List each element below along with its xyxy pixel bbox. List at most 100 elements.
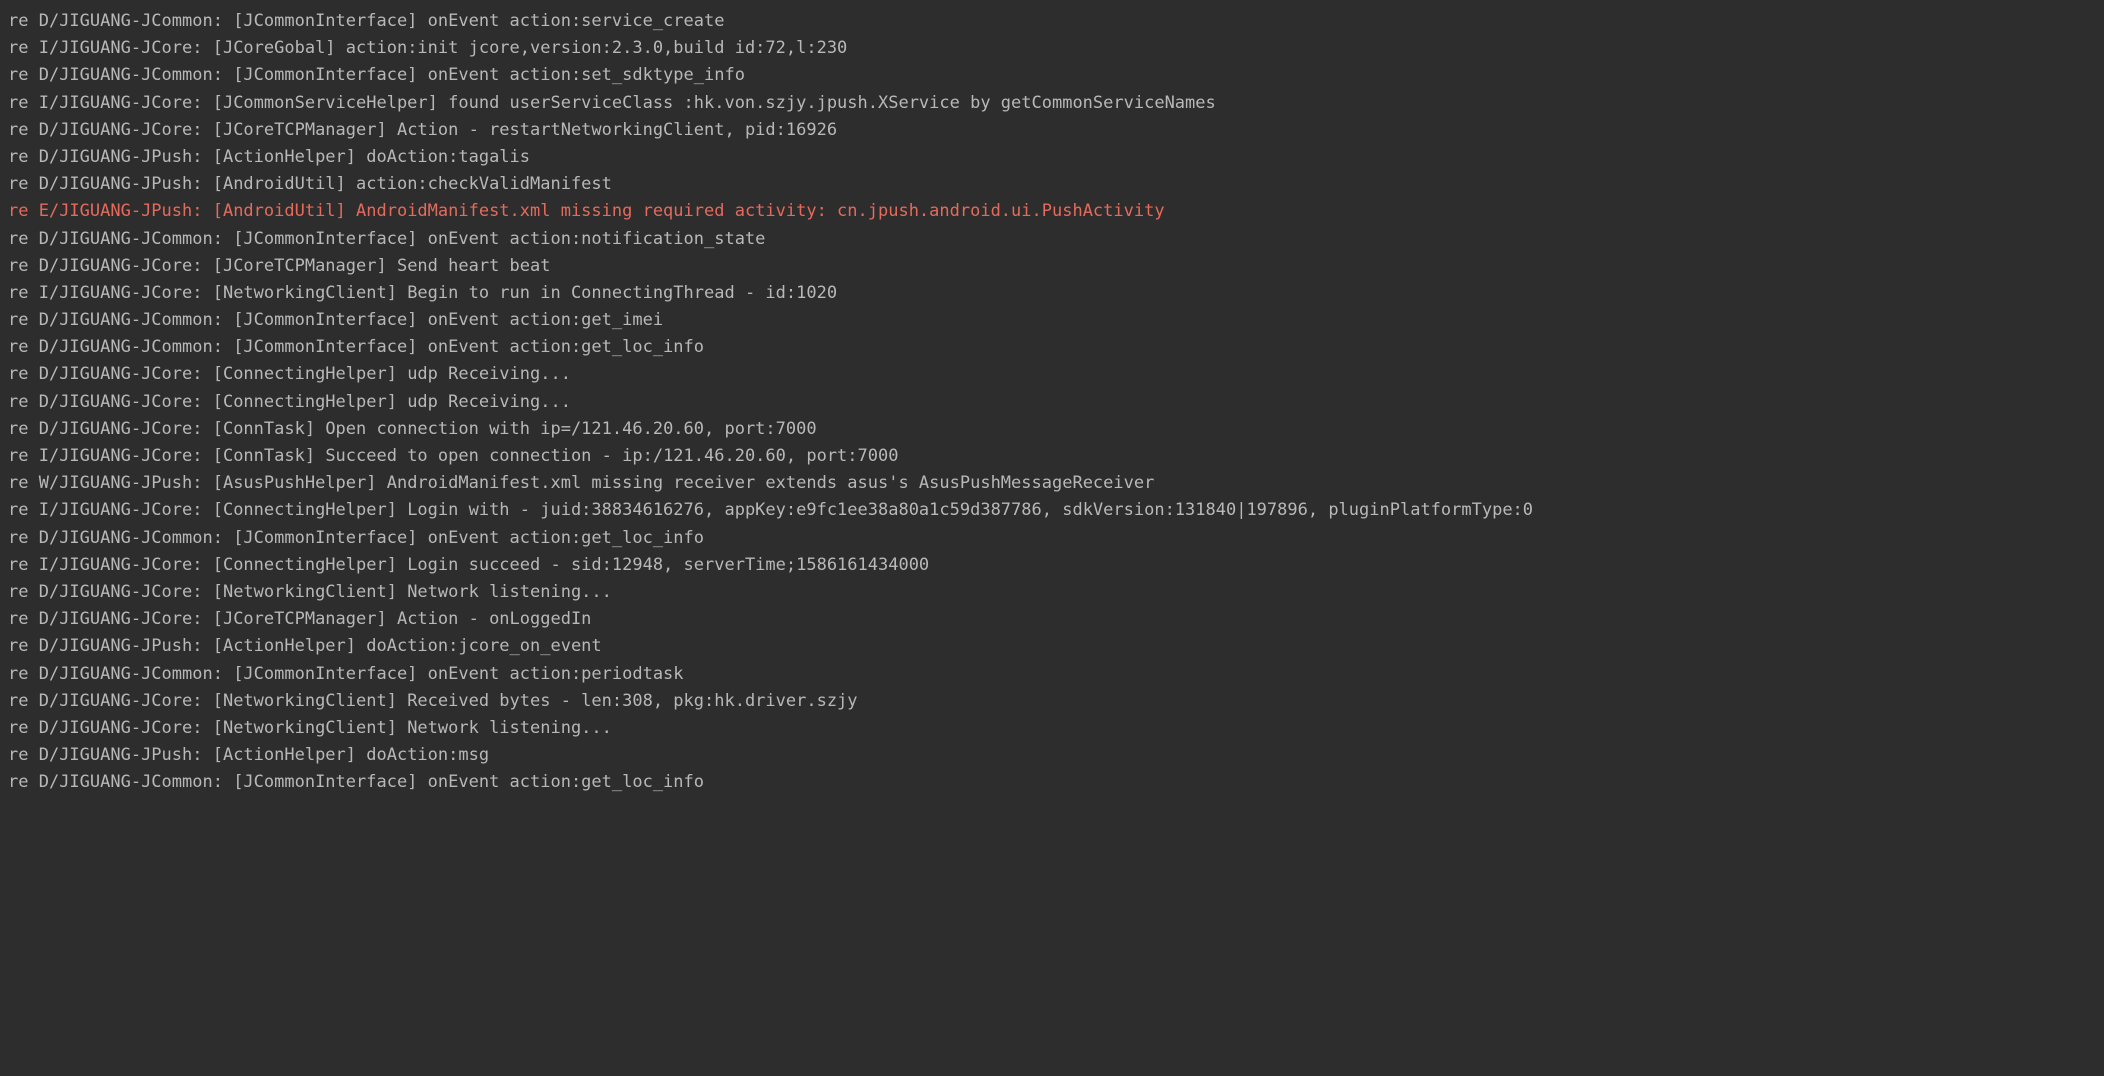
- log-line[interactable]: re W/JIGUANG-JPush: [AsusPushHelper] And…: [8, 470, 2104, 497]
- log-component: [ActionHelper]: [213, 745, 367, 765]
- log-message: Received bytes - len:308, pkg:hk.driver.…: [407, 691, 857, 711]
- log-message: action:init jcore,version:2.3.0,build id…: [346, 38, 848, 58]
- log-line[interactable]: re D/JIGUANG-JCore: [NetworkingClient] R…: [8, 688, 2104, 715]
- log-level-tag: I/JIGUANG-JCore:: [39, 283, 213, 303]
- log-prefix: re: [8, 555, 39, 575]
- log-component: [NetworkingClient]: [213, 691, 407, 711]
- log-line[interactable]: re D/JIGUANG-JCore: [ConnectingHelper] u…: [8, 361, 2104, 388]
- log-level-tag: I/JIGUANG-JCore:: [39, 446, 213, 466]
- log-message: Send heart beat: [397, 256, 551, 276]
- log-prefix: re: [8, 718, 39, 738]
- log-level-tag: D/JIGUANG-JPush:: [39, 174, 213, 194]
- log-prefix: re: [8, 229, 39, 249]
- log-message: doAction:msg: [366, 745, 489, 765]
- log-component: [JCommonInterface]: [233, 664, 427, 684]
- log-component: [NetworkingClient]: [213, 283, 407, 303]
- log-component: [ConnectingHelper]: [213, 500, 407, 520]
- log-message: Login succeed - sid:12948, serverTime;15…: [407, 555, 929, 575]
- log-message: onEvent action:get_imei: [428, 310, 663, 330]
- log-line[interactable]: re D/JIGUANG-JCommon: [JCommonInterface]…: [8, 62, 2104, 89]
- log-line[interactable]: re D/JIGUANG-JPush: [ActionHelper] doAct…: [8, 144, 2104, 171]
- log-component: [JCommonInterface]: [233, 229, 427, 249]
- log-line[interactable]: re D/JIGUANG-JPush: [ActionHelper] doAct…: [8, 633, 2104, 660]
- log-message: AndroidManifest.xml missing required act…: [356, 201, 1165, 221]
- log-line[interactable]: re I/JIGUANG-JCore: [NetworkingClient] B…: [8, 280, 2104, 307]
- log-line[interactable]: re I/JIGUANG-JCore: [JCoreGobal] action:…: [8, 35, 2104, 62]
- log-level-tag: D/JIGUANG-JCore:: [39, 582, 213, 602]
- log-message: action:checkValidManifest: [356, 174, 612, 194]
- log-line[interactable]: re D/JIGUANG-JCommon: [JCommonInterface]…: [8, 307, 2104, 334]
- log-line[interactable]: re D/JIGUANG-JCommon: [JCommonInterface]…: [8, 769, 2104, 796]
- log-level-tag: D/JIGUANG-JPush:: [39, 745, 213, 765]
- log-line[interactable]: re D/JIGUANG-JPush: [AndroidUtil] action…: [8, 171, 2104, 198]
- log-line[interactable]: re I/JIGUANG-JCore: [ConnectingHelper] L…: [8, 552, 2104, 579]
- log-level-tag: I/JIGUANG-JCore:: [39, 500, 213, 520]
- log-message: found userServiceClass :hk.von.szjy.jpus…: [448, 93, 1216, 113]
- log-message: Network listening...: [407, 718, 612, 738]
- log-level-tag: D/JIGUANG-JCore:: [39, 419, 213, 439]
- log-component: [ConnectingHelper]: [213, 555, 407, 575]
- log-component: [AndroidUtil]: [213, 174, 356, 194]
- log-component: [NetworkingClient]: [213, 718, 407, 738]
- log-line[interactable]: re D/JIGUANG-JCore: [ConnectingHelper] u…: [8, 389, 2104, 416]
- log-prefix: re: [8, 664, 39, 684]
- log-line[interactable]: re D/JIGUANG-JPush: [ActionHelper] doAct…: [8, 742, 2104, 769]
- log-component: [JCommonInterface]: [233, 310, 427, 330]
- log-output-container: re D/JIGUANG-JCommon: [JCommonInterface]…: [8, 8, 2104, 796]
- log-prefix: re: [8, 691, 39, 711]
- log-level-tag: D/JIGUANG-JPush:: [39, 147, 213, 167]
- log-level-tag: D/JIGUANG-JCommon:: [39, 310, 233, 330]
- log-level-tag: I/JIGUANG-JCore:: [39, 38, 213, 58]
- log-line[interactable]: re D/JIGUANG-JCore: [JCoreTCPManager] Se…: [8, 253, 2104, 280]
- log-line[interactable]: re D/JIGUANG-JCommon: [JCommonInterface]…: [8, 334, 2104, 361]
- log-line[interactable]: re D/JIGUANG-JCore: [ConnTask] Open conn…: [8, 416, 2104, 443]
- log-prefix: re: [8, 745, 39, 765]
- log-line[interactable]: re I/JIGUANG-JCore: [JCommonServiceHelpe…: [8, 90, 2104, 117]
- log-prefix: re: [8, 528, 39, 548]
- log-level-tag: D/JIGUANG-JCore:: [39, 691, 213, 711]
- log-prefix: re: [8, 337, 39, 357]
- log-line[interactable]: re I/JIGUANG-JCore: [ConnTask] Succeed t…: [8, 443, 2104, 470]
- log-level-tag: D/JIGUANG-JCommon:: [39, 528, 233, 548]
- log-line[interactable]: re D/JIGUANG-JCore: [JCoreTCPManager] Ac…: [8, 606, 2104, 633]
- log-level-tag: W/JIGUANG-JPush:: [39, 473, 213, 493]
- log-message: udp Receiving...: [407, 364, 571, 384]
- log-level-tag: D/JIGUANG-JCore:: [39, 256, 213, 276]
- log-component: [JCommonInterface]: [233, 528, 427, 548]
- log-line[interactable]: re D/JIGUANG-JCommon: [JCommonInterface]…: [8, 661, 2104, 688]
- log-prefix: re: [8, 38, 39, 58]
- log-component: [JCoreTCPManager]: [213, 120, 397, 140]
- log-message: Network listening...: [407, 582, 612, 602]
- log-component: [JCoreGobal]: [213, 38, 346, 58]
- log-component: [ConnTask]: [213, 446, 326, 466]
- log-prefix: re: [8, 283, 39, 303]
- log-prefix: re: [8, 772, 39, 792]
- log-line[interactable]: re D/JIGUANG-JCore: [JCoreTCPManager] Ac…: [8, 117, 2104, 144]
- log-line[interactable]: re E/JIGUANG-JPush: [AndroidUtil] Androi…: [8, 198, 2104, 225]
- log-line[interactable]: re D/JIGUANG-JCommon: [JCommonInterface]…: [8, 525, 2104, 552]
- log-component: [AsusPushHelper]: [213, 473, 387, 493]
- log-component: [AndroidUtil]: [213, 201, 356, 221]
- log-level-tag: D/JIGUANG-JCommon:: [39, 337, 233, 357]
- log-message: AndroidManifest.xml missing receiver ext…: [387, 473, 1155, 493]
- log-level-tag: D/JIGUANG-JCommon:: [39, 65, 233, 85]
- log-prefix: re: [8, 147, 39, 167]
- log-level-tag: D/JIGUANG-JCore:: [39, 120, 213, 140]
- log-message: doAction:jcore_on_event: [366, 636, 601, 656]
- log-line[interactable]: re D/JIGUANG-JCore: [NetworkingClient] N…: [8, 715, 2104, 742]
- log-level-tag: D/JIGUANG-JCore:: [39, 609, 213, 629]
- log-prefix: re: [8, 392, 39, 412]
- log-line[interactable]: re I/JIGUANG-JCore: [ConnectingHelper] L…: [8, 497, 2104, 524]
- log-prefix: re: [8, 174, 39, 194]
- log-level-tag: D/JIGUANG-JCommon:: [39, 11, 233, 31]
- log-component: [NetworkingClient]: [213, 582, 407, 602]
- log-component: [JCoreTCPManager]: [213, 256, 397, 276]
- log-line[interactable]: re D/JIGUANG-JCommon: [JCommonInterface]…: [8, 8, 2104, 35]
- log-prefix: re: [8, 446, 39, 466]
- log-level-tag: D/JIGUANG-JPush:: [39, 636, 213, 656]
- log-message: onEvent action:get_loc_info: [428, 772, 704, 792]
- log-line[interactable]: re D/JIGUANG-JCommon: [JCommonInterface]…: [8, 226, 2104, 253]
- log-prefix: re: [8, 364, 39, 384]
- log-line[interactable]: re D/JIGUANG-JCore: [NetworkingClient] N…: [8, 579, 2104, 606]
- log-component: [JCommonInterface]: [233, 65, 427, 85]
